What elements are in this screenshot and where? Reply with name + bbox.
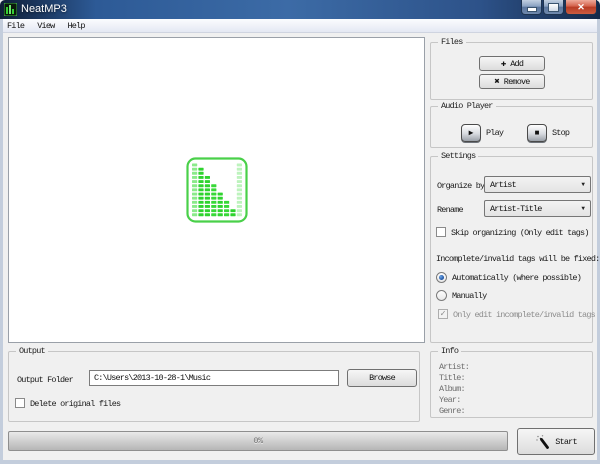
rename-select[interactable]: Artist-Title ▼ xyxy=(484,200,591,217)
only-edit-label: Only edit incomplete/invalid tags xyxy=(453,310,595,320)
audio-player-group-title: Audio Player xyxy=(438,101,496,111)
stop-label: Stop xyxy=(552,128,569,138)
manual-fix-label: Manually xyxy=(452,291,486,301)
browse-button[interactable]: Browse xyxy=(347,369,417,387)
info-genre-label: Genre: xyxy=(439,406,465,416)
files-group: Files ✚ Add ✖ Remove xyxy=(430,42,593,100)
check-icon: ✓ xyxy=(440,310,445,319)
output-folder-input[interactable] xyxy=(89,370,339,386)
manual-fix-radio[interactable] xyxy=(436,290,447,301)
auto-fix-radio[interactable] xyxy=(436,272,447,283)
chevron-down-icon: ▼ xyxy=(581,205,585,212)
window-frame-left xyxy=(0,19,3,464)
window-title: NeatMP3 xyxy=(21,3,67,15)
menubar: File View Help xyxy=(0,19,600,33)
add-button[interactable]: ✚ Add xyxy=(479,56,545,71)
app-logo-icon xyxy=(4,3,17,16)
maximize-button[interactable] xyxy=(543,0,564,15)
skip-organizing-label: Skip organizing (Only edit tags) xyxy=(451,228,589,238)
settings-group: Settings Organize by Artist ▼ Rename Art… xyxy=(430,156,593,343)
close-button[interactable]: ✕ xyxy=(565,0,597,15)
only-edit-checkbox[interactable]: ✓ xyxy=(438,309,448,319)
organize-by-label: Organize by xyxy=(437,181,484,191)
output-group-title: Output xyxy=(16,346,48,356)
progress-text: 0% xyxy=(9,436,507,446)
skip-organizing-checkbox[interactable] xyxy=(436,227,446,237)
caption-buttons: ✕ xyxy=(520,0,597,15)
info-group: Info Artist: Title: Album: Year: Genre: xyxy=(430,351,593,418)
progress-bar: 0% xyxy=(8,431,508,451)
play-label: Play xyxy=(486,128,503,138)
remove-button-label: Remove xyxy=(504,77,530,87)
delete-original-label: Delete original files xyxy=(30,399,120,409)
info-title-label: Title: xyxy=(439,373,465,383)
menu-item-file[interactable]: File xyxy=(7,21,24,31)
info-album-label: Album: xyxy=(439,384,465,394)
chevron-down-icon: ▼ xyxy=(581,181,585,188)
organize-by-select[interactable]: Artist ▼ xyxy=(484,176,591,193)
audio-player-group: Audio Player ▶ Play ■ Stop xyxy=(430,106,593,148)
stop-button[interactable]: ■ xyxy=(527,124,547,142)
equalizer-icon xyxy=(186,157,248,223)
browse-button-label: Browse xyxy=(369,373,395,383)
app-window: NeatMP3 ✕ File View Help Files ✚ xyxy=(0,0,600,464)
close-icon: ✕ xyxy=(577,2,585,13)
minimize-icon xyxy=(527,7,537,12)
auto-fix-label: Automatically (where possible) xyxy=(452,273,581,283)
file-list[interactable] xyxy=(8,37,425,343)
window-frame-bottom xyxy=(0,460,600,464)
rename-value: Artist-Title xyxy=(490,204,542,214)
menu-item-view[interactable]: View xyxy=(37,21,54,31)
rename-label: Rename xyxy=(437,205,463,215)
output-folder-label: Output Folder xyxy=(17,375,73,385)
maximize-icon xyxy=(548,3,559,12)
titlebar[interactable]: NeatMP3 ✕ xyxy=(0,0,600,19)
menu-item-help[interactable]: Help xyxy=(67,21,84,31)
minimize-button[interactable] xyxy=(521,0,542,15)
remove-icon: ✖ xyxy=(494,77,499,87)
start-button[interactable]: Start xyxy=(517,428,595,455)
fix-heading: Incomplete/invalid tags will be fixed: xyxy=(436,254,599,264)
info-artist-label: Artist: xyxy=(439,362,469,372)
settings-group-title: Settings xyxy=(438,151,478,161)
output-group: Output Output Folder Browse Delete origi… xyxy=(8,351,420,422)
add-button-label: Add xyxy=(510,59,523,69)
stop-icon: ■ xyxy=(535,129,540,138)
organize-by-value: Artist xyxy=(490,180,516,190)
files-group-title: Files xyxy=(438,37,466,47)
play-button[interactable]: ▶ xyxy=(461,124,481,142)
info-group-title: Info xyxy=(438,346,461,356)
remove-button[interactable]: ✖ Remove xyxy=(479,74,545,89)
info-year-label: Year: xyxy=(439,395,461,405)
delete-original-checkbox[interactable] xyxy=(15,398,25,408)
wand-icon xyxy=(535,434,551,450)
start-button-label: Start xyxy=(555,437,577,447)
add-icon: ✚ xyxy=(501,59,506,69)
play-icon: ▶ xyxy=(469,128,474,138)
